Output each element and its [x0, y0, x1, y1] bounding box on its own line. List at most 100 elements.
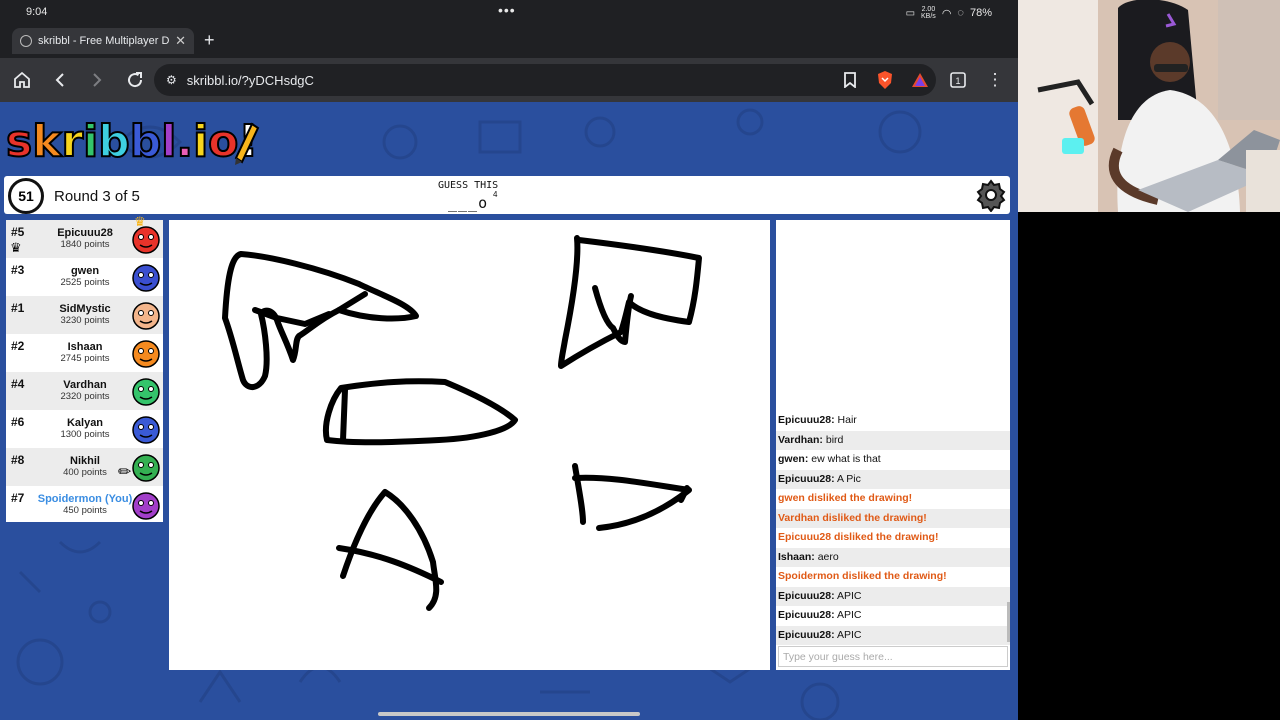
- player-row[interactable]: #8 Nikhil 400 points ✏: [6, 448, 163, 486]
- chat-user: Epicuuu28:: [778, 472, 835, 485]
- favicon-icon: [20, 35, 32, 47]
- site-settings-icon[interactable]: ⚙: [166, 73, 177, 87]
- chat-user: Ishaan:: [778, 550, 815, 563]
- speed-value: 2.00: [921, 6, 936, 13]
- chat-log: Epicuuu28: Hair Vardhan: bird gwen: ew wha…: [776, 411, 1010, 645]
- player-points: 2745 points: [60, 353, 110, 364]
- home-indicator[interactable]: [378, 712, 640, 716]
- player-row[interactable]: #3 gwen 2525 points: [6, 258, 163, 296]
- wifi-icon: ◠: [941, 7, 952, 20]
- settings-gear-icon[interactable]: [974, 178, 1008, 212]
- player-points: 2320 points: [60, 391, 110, 402]
- player-row[interactable]: #4 Vardhan 2320 points: [6, 372, 163, 410]
- chat-text: Hair: [837, 414, 857, 426]
- player-row[interactable]: #2 Ishaan 2745 points: [6, 334, 163, 372]
- skribbl-page: skribbl.io! 51 Round 3 of 5 GUESS THIS _…: [0, 102, 1018, 720]
- forward-icon[interactable]: [85, 68, 109, 92]
- system-text: Vardhan disliked the drawing!: [778, 511, 927, 524]
- round-indicator: Round 3 of 5: [54, 188, 140, 205]
- crown-icon: ♛: [10, 240, 22, 255]
- drawing-pencil-icon: ✏: [118, 464, 132, 481]
- player-points: 1840 points: [60, 239, 110, 250]
- new-tab-icon[interactable]: +: [204, 30, 215, 51]
- player-points: 450 points: [63, 505, 107, 516]
- player-points: 1300 points: [60, 429, 110, 440]
- battery-icon: ◌: [957, 7, 964, 19]
- brave-shield-icon[interactable]: [873, 68, 897, 92]
- browser-tab[interactable]: skribbl - Free Multiplayer Dra ✕: [12, 28, 194, 54]
- chat-system-message: gwen disliked the drawing!: [776, 489, 1010, 509]
- timer-value: 51: [18, 188, 34, 204]
- player-rank: #3: [11, 263, 25, 277]
- player-row[interactable]: #6 Kalyan 1300 points: [6, 410, 163, 448]
- chat-scrollbar[interactable]: [1007, 602, 1010, 642]
- guess-input[interactable]: [778, 646, 1008, 667]
- player-rank: #6: [11, 415, 25, 429]
- chat-system-message: Epicuuu28 disliked the drawing!: [776, 528, 1010, 548]
- timer: 51: [8, 178, 44, 214]
- chat-message: Epicuuu28: A Pic: [776, 469, 1010, 489]
- chat-text: A Pic: [836, 472, 861, 485]
- speed-unit: KB/s: [921, 13, 936, 20]
- svg-text:1: 1: [955, 76, 960, 86]
- reload-icon[interactable]: [123, 68, 147, 92]
- player-avatar: [132, 302, 160, 330]
- player-row[interactable]: #5 Epicuuu28 1840 points ♛ ♛: [6, 214, 163, 258]
- chat-user: Epicuuu28:: [778, 589, 835, 602]
- player-avatar: [132, 416, 160, 444]
- status-bar: 9:04 ••• ▭ 2.00 KB/s ◠ ◌ 78%: [0, 0, 1018, 26]
- player-rank: #7: [11, 491, 25, 505]
- chat-system-message: Vardhan disliked the drawing!: [776, 508, 1010, 528]
- chat-user: Epicuuu28:: [778, 628, 835, 641]
- close-tab-icon[interactable]: ✕: [175, 33, 186, 49]
- player-name: Ishaan: [67, 341, 103, 353]
- player-points: 2525 points: [60, 277, 110, 288]
- status-icons: ▭ 2.00 KB/s ◠ ◌ 78%: [906, 6, 992, 20]
- menu-icon[interactable]: ⋮: [983, 68, 1007, 92]
- chat-user: Epicuuu28:: [778, 609, 835, 621]
- word-length: 4: [493, 190, 498, 199]
- chat-text: APIC: [836, 628, 862, 641]
- webcam-overlay: [1018, 0, 1280, 212]
- drawing-canvas[interactable]: [169, 220, 770, 670]
- player-rank: #8: [11, 453, 25, 467]
- player-name: Vardhan: [63, 379, 107, 391]
- game-header: 51 Round 3 of 5 GUESS THIS ___o 4: [4, 176, 1010, 214]
- player-rank: #2: [11, 339, 25, 353]
- bookmark-icon[interactable]: [838, 68, 862, 92]
- chat-user: gwen:: [778, 453, 809, 465]
- system-text: Epicuuu28 disliked the drawing!: [778, 531, 939, 543]
- more-dots-icon[interactable]: •••: [498, 2, 516, 18]
- owner-crown-icon: ♛: [134, 214, 146, 229]
- player-avatar: [132, 340, 160, 368]
- chat-system-message: Spoidermon disliked the drawing!: [776, 567, 1010, 587]
- chat-panel: Epicuuu28: Hair Vardhan: bird gwen: ew wha…: [776, 220, 1010, 670]
- chat-user: Epicuuu28:: [778, 414, 835, 426]
- chat-message: Epicuuu28: APIC: [776, 606, 1010, 626]
- chat-text: aero: [817, 550, 839, 563]
- home-icon[interactable]: [10, 68, 34, 92]
- clock-time: 9:04: [26, 6, 48, 18]
- player-row[interactable]: #7 Spoidermon (You) 450 points: [6, 486, 163, 524]
- chat-text: APIC: [836, 609, 862, 621]
- chat-message: gwen: ew what is that: [776, 450, 1010, 470]
- back-icon[interactable]: [48, 68, 72, 92]
- player-avatar: [132, 378, 160, 406]
- player-rank: #4: [11, 377, 25, 391]
- chat-text: ew what is that: [811, 453, 881, 465]
- chat-message: Epicuuu28: Hair: [776, 411, 1010, 431]
- chat-message: Vardhan: bird: [776, 430, 1010, 450]
- player-name: Kalyan: [66, 417, 104, 429]
- address-bar[interactable]: ⚙ skribbl.io/?yDCHsdgC: [154, 64, 936, 96]
- system-text: Spoidermon disliked the drawing!: [778, 570, 947, 582]
- chat-message: Epicuuu28: APIC: [776, 625, 1010, 645]
- player-points: 3230 points: [60, 315, 110, 326]
- player-row[interactable]: #1 SidMystic 3230 points: [6, 296, 163, 334]
- url-text[interactable]: skribbl.io/?yDCHsdgC: [187, 73, 314, 88]
- player-avatar: [132, 492, 160, 520]
- pencil-logo-icon: [234, 122, 260, 165]
- tab-count-icon[interactable]: 1: [946, 68, 970, 92]
- tab-title: skribbl - Free Multiplayer Dra: [38, 35, 170, 47]
- brave-rewards-icon[interactable]: [908, 68, 932, 92]
- chat-text: APIC: [836, 589, 862, 602]
